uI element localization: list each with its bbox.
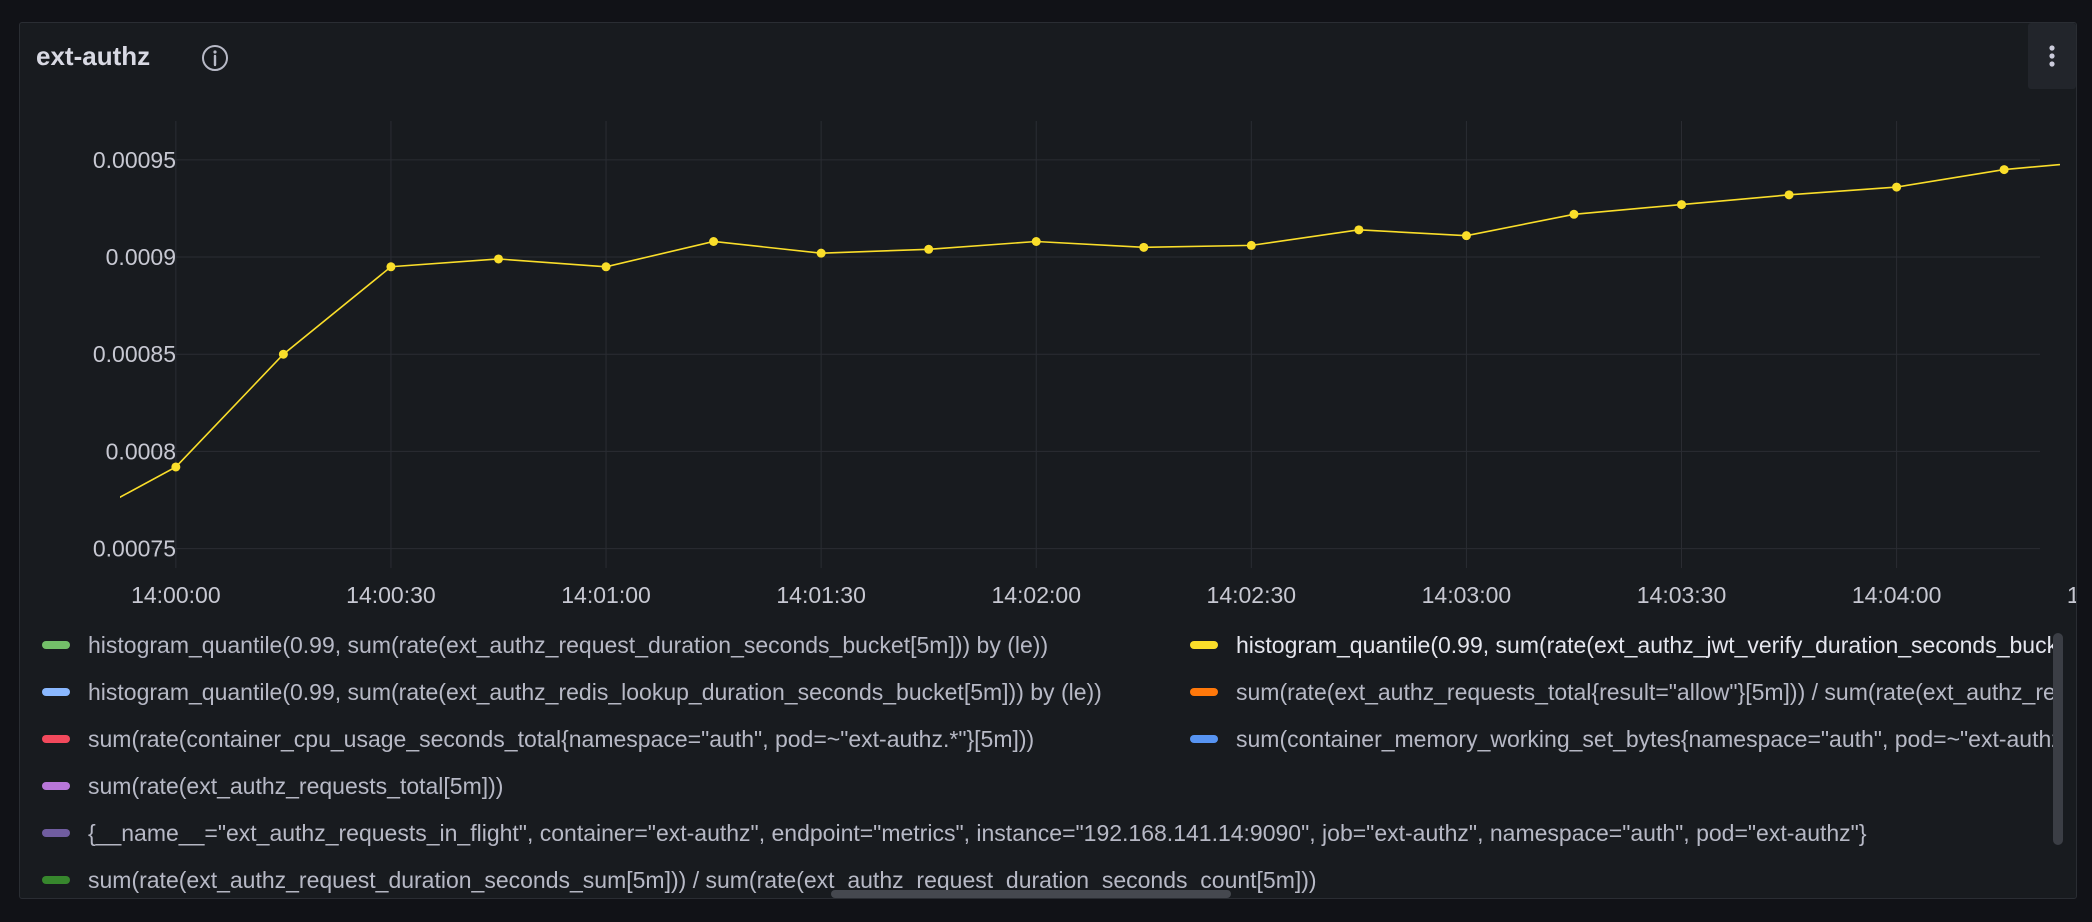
legend: histogram_quantile(0.99, sum(rate(ext_au… — [20, 623, 2055, 893]
data-point[interactable] — [1677, 200, 1687, 210]
data-point[interactable] — [1569, 209, 1579, 219]
x-tick-label: 14:01:00 — [561, 582, 651, 608]
x-tick-label: 14:00:00 — [131, 582, 221, 608]
legend-label: sum(rate(ext_authz_requests_total[5m])) — [88, 772, 504, 799]
legend-color-swatch — [1190, 735, 1218, 743]
data-point[interactable] — [171, 462, 181, 472]
y-tick-label: 0.00085 — [93, 341, 176, 367]
data-point[interactable] — [924, 244, 934, 254]
x-tick-label: 14:00:30 — [346, 582, 436, 608]
data-point[interactable] — [1892, 182, 1902, 192]
legend-item[interactable]: sum(rate(ext_authz_requests_total[5m])) — [42, 766, 2055, 806]
y-tick-label: 0.00075 — [93, 536, 176, 562]
legend-horizontal-scrollbar[interactable] — [831, 890, 1231, 898]
legend-item[interactable]: histogram_quantile(0.99, sum(rate(ext_au… — [42, 672, 1170, 712]
legend-color-swatch — [42, 782, 70, 790]
legend-item[interactable]: sum(container_memory_working_set_bytes{n… — [1190, 719, 2055, 759]
legend-item[interactable]: sum(rate(container_cpu_usage_seconds_tot… — [42, 719, 1170, 759]
legend-label: sum(container_memory_working_set_bytes{n… — [1236, 725, 2055, 752]
y-tick-label: 0.0009 — [106, 244, 176, 270]
panel: ext-authz 0.00095 0.0009 0.00085 0.0008 0.00… — [19, 22, 2077, 899]
data-point[interactable] — [601, 262, 611, 272]
data-point[interactable] — [709, 236, 719, 246]
legend-scrollbar[interactable] — [2052, 633, 2064, 845]
x-tick-label: 14:01:30 — [776, 582, 866, 608]
data-point[interactable] — [1031, 236, 1041, 246]
legend-color-swatch — [1190, 688, 1218, 696]
legend-color-swatch — [42, 735, 70, 743]
data-point[interactable] — [816, 248, 826, 258]
series-line — [120, 163, 2060, 499]
legend-item[interactable]: {__name__="ext_authz_requests_in_flight"… — [42, 813, 2055, 853]
x-tick-label: 14:03:30 — [1637, 582, 1727, 608]
series-group — [64, 163, 2060, 530]
y-tick-label: 0.0008 — [106, 438, 176, 464]
data-point[interactable] — [493, 254, 503, 264]
data-point[interactable] — [386, 262, 396, 272]
legend-color-swatch — [42, 641, 70, 649]
legend-color-swatch — [42, 688, 70, 696]
data-point[interactable] — [1999, 165, 2009, 175]
legend-label: histogram_quantile(0.99, sum(rate(ext_au… — [1236, 631, 2055, 658]
data-point[interactable] — [278, 349, 288, 359]
data-point[interactable] — [64, 521, 73, 530]
time-series-chart[interactable]: 0.00095 0.0009 0.00085 0.0008 0.00075 14:00:0… — [20, 23, 2076, 623]
x-tick-label: 14:03:00 — [1422, 582, 1512, 608]
legend-label: histogram_quantile(0.99, sum(rate(ext_au… — [88, 678, 1102, 705]
x-tick-label: 14:04:30 — [2067, 582, 2076, 608]
legend-label: sum(rate(container_cpu_usage_seconds_tot… — [88, 725, 1035, 752]
legend-item[interactable]: sum(rate(ext_authz_requests_total{result… — [1190, 672, 2055, 712]
legend-label: {__name__="ext_authz_requests_in_flight"… — [88, 819, 1867, 846]
x-tick-label: 14:04:00 — [1852, 582, 1942, 608]
legend-item[interactable]: histogram_quantile(0.99, sum(rate(ext_au… — [42, 625, 1170, 665]
x-tick-label: 14:02:30 — [1207, 582, 1297, 608]
legend-color-swatch — [42, 876, 70, 884]
legend-scrollbar-thumb[interactable] — [2053, 633, 2063, 845]
data-point[interactable] — [1139, 242, 1149, 252]
y-tick-label: 0.00095 — [93, 147, 176, 173]
data-point[interactable] — [1354, 225, 1364, 235]
legend-item[interactable]: histogram_quantile(0.99, sum(rate(ext_au… — [1190, 625, 2055, 665]
legend-label: sum(rate(ext_authz_requests_total{result… — [1236, 678, 2055, 705]
legend-color-swatch — [42, 829, 70, 837]
legend-label: histogram_quantile(0.99, sum(rate(ext_au… — [88, 631, 1049, 658]
data-point[interactable] — [1246, 240, 1256, 250]
legend-item[interactable]: sum(rate(ext_authz_request_duration_seco… — [42, 860, 2055, 893]
data-point[interactable] — [1784, 190, 1794, 200]
legend-color-swatch — [1190, 641, 1218, 649]
x-tick-label: 14:02:00 — [991, 582, 1081, 608]
data-point[interactable] — [1461, 231, 1471, 241]
